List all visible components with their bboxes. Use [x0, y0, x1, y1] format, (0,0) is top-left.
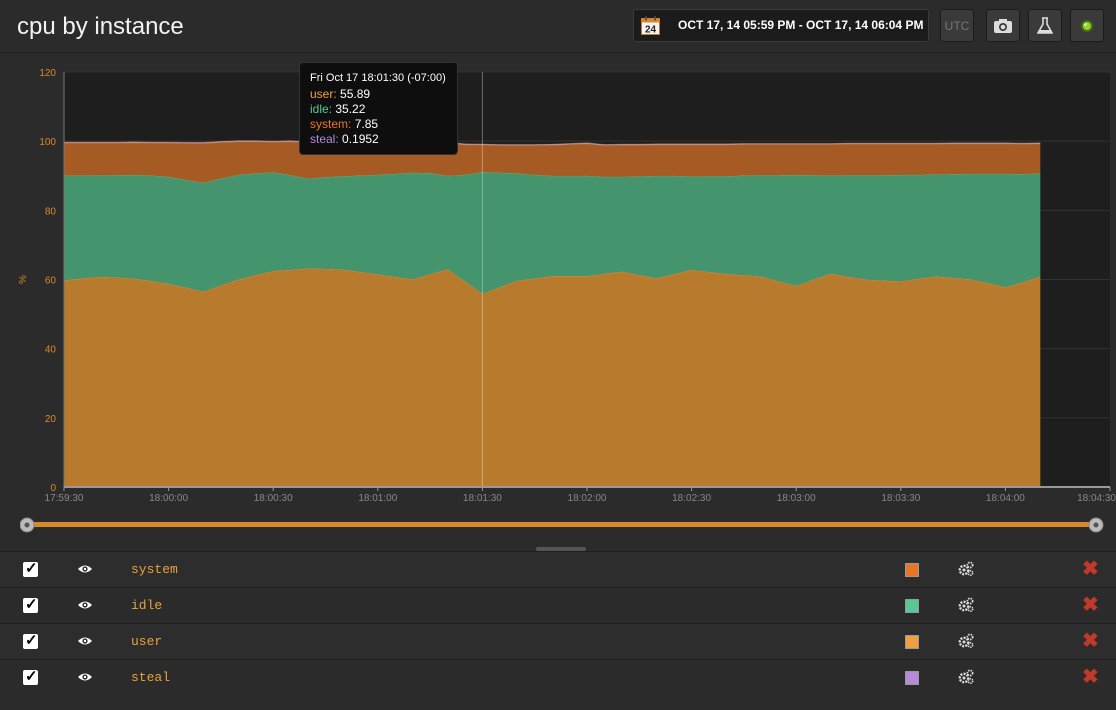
snapshot-button[interactable] [986, 9, 1020, 42]
y-tick-label: 100 [39, 137, 56, 148]
series-color-swatch[interactable] [905, 563, 919, 577]
x-tick-label: 18:02:30 [672, 493, 711, 504]
tooltip-series-value: 55.89 [340, 87, 371, 101]
eye-icon[interactable] [77, 598, 93, 612]
x-tick-label: 18:00:30 [254, 493, 293, 504]
area-series-idle [64, 171, 1041, 294]
delete-icon[interactable]: ✖ [1082, 631, 1099, 651]
date-range-picker[interactable]: 24 OCT 17, 14 05:59 PM - OCT 17, 14 06:0… [633, 9, 929, 42]
x-tick-label: 18:03:30 [881, 493, 920, 504]
y-tick-label: 20 [45, 414, 57, 425]
tooltip-series-value: 7.85 [354, 117, 379, 131]
tooltip-series-name: user [310, 87, 334, 101]
gears-icon[interactable] [958, 561, 974, 577]
hover-tooltip: Fri Oct 17 18:01:30 (-07:00) user: 55.89… [299, 62, 458, 155]
y-tick-label: 40 [45, 345, 57, 356]
eye-icon[interactable] [77, 634, 93, 648]
legend-row-idle: ✓ idle ✖ [0, 587, 1116, 623]
tooltip-series-name: steal [310, 132, 336, 146]
x-tick-label: 18:04:30 [1077, 493, 1116, 504]
series-checkbox[interactable]: ✓ [23, 632, 38, 649]
x-tick-label: 18:03:00 [777, 493, 816, 504]
y-tick-label: 80 [45, 206, 57, 217]
eye-icon[interactable] [77, 670, 93, 684]
eye-icon[interactable] [77, 562, 93, 576]
legend-row-user: ✓ user ✖ [0, 623, 1116, 659]
tooltip-series-name: idle [310, 102, 329, 116]
delete-icon[interactable]: ✖ [1082, 559, 1099, 579]
series-checkbox[interactable]: ✓ [23, 596, 38, 613]
delete-icon[interactable]: ✖ [1082, 667, 1099, 687]
series-checkbox[interactable]: ✓ [23, 668, 38, 685]
calendar-day-number: 24 [645, 25, 657, 36]
delete-icon[interactable]: ✖ [1082, 595, 1099, 615]
series-color-swatch[interactable] [905, 671, 919, 685]
utc-label: UTC [944, 18, 970, 33]
x-tick-label: 18:02:00 [568, 493, 607, 504]
cpu-area-chart: 020406080100120%17:59:30 18:00:00 18:00:30… [18, 68, 1116, 504]
header-bar: cpu by instance 24 OCT 17, 14 05:59 PM -… [0, 0, 1116, 53]
x-tick-label: 17:59:30 [45, 493, 84, 504]
gears-icon[interactable] [958, 597, 974, 613]
flask-icon [1037, 16, 1053, 34]
gears-icon[interactable] [958, 633, 974, 649]
series-legend: ✓ system ✖ ✓ idle ✖ ✓ user ✖ ✓ steal ✖ [0, 551, 1116, 695]
series-name: system [131, 562, 178, 577]
slider-track[interactable] [27, 522, 1097, 527]
tooltip-row-user: user: 55.89 [310, 87, 371, 101]
series-name: user [131, 634, 163, 649]
x-tick-label: 18:04:00 [986, 493, 1025, 504]
camera-icon [994, 18, 1012, 33]
tooltip-timestamp: Fri Oct 17 18:01:30 (-07:00) [310, 72, 446, 84]
date-range-text: OCT 17, 14 05:59 PM - OCT 17, 14 06:04 P… [678, 18, 924, 32]
utc-toggle-button[interactable]: UTC [940, 9, 974, 42]
tooltip-row-system: system: 7.85 [310, 117, 379, 131]
legend-row-system: ✓ system ✖ [0, 551, 1116, 587]
tooltip-series-name: system [310, 117, 349, 131]
legend-row-steal: ✓ steal ✖ [0, 659, 1116, 695]
y-tick-label: 60 [45, 276, 57, 287]
area-series-user [64, 268, 1041, 487]
slider-handle-left-dot [24, 522, 30, 528]
y-axis-label: % [18, 275, 29, 284]
series-checkbox[interactable]: ✓ [23, 560, 38, 577]
tooltip-series-value: 35.22 [335, 102, 366, 116]
series-name: idle [131, 598, 163, 613]
series-name: steal [131, 670, 171, 685]
x-tick-label: 18:00:00 [149, 493, 188, 504]
y-tick-label: 120 [39, 68, 56, 79]
analytics-button[interactable] [1028, 9, 1062, 42]
series-color-swatch[interactable] [905, 599, 919, 613]
tooltip-row-steal: steal: 0.1952 [310, 132, 379, 146]
time-range-slider[interactable] [20, 516, 1104, 534]
tooltip-series-value: 0.1952 [342, 132, 379, 146]
tooltip-row-idle: idle: 35.22 [310, 102, 366, 116]
status-light-icon [1081, 19, 1093, 32]
page-title: cpu by instance [17, 13, 184, 40]
calendar-icon: 24 [641, 16, 660, 35]
slider-handle-right-dot [1093, 522, 1099, 528]
x-tick-label: 18:01:00 [358, 493, 397, 504]
gears-icon[interactable] [958, 669, 974, 685]
x-tick-label: 18:01:30 [463, 493, 502, 504]
series-color-swatch[interactable] [905, 635, 919, 649]
status-button[interactable] [1070, 9, 1104, 42]
